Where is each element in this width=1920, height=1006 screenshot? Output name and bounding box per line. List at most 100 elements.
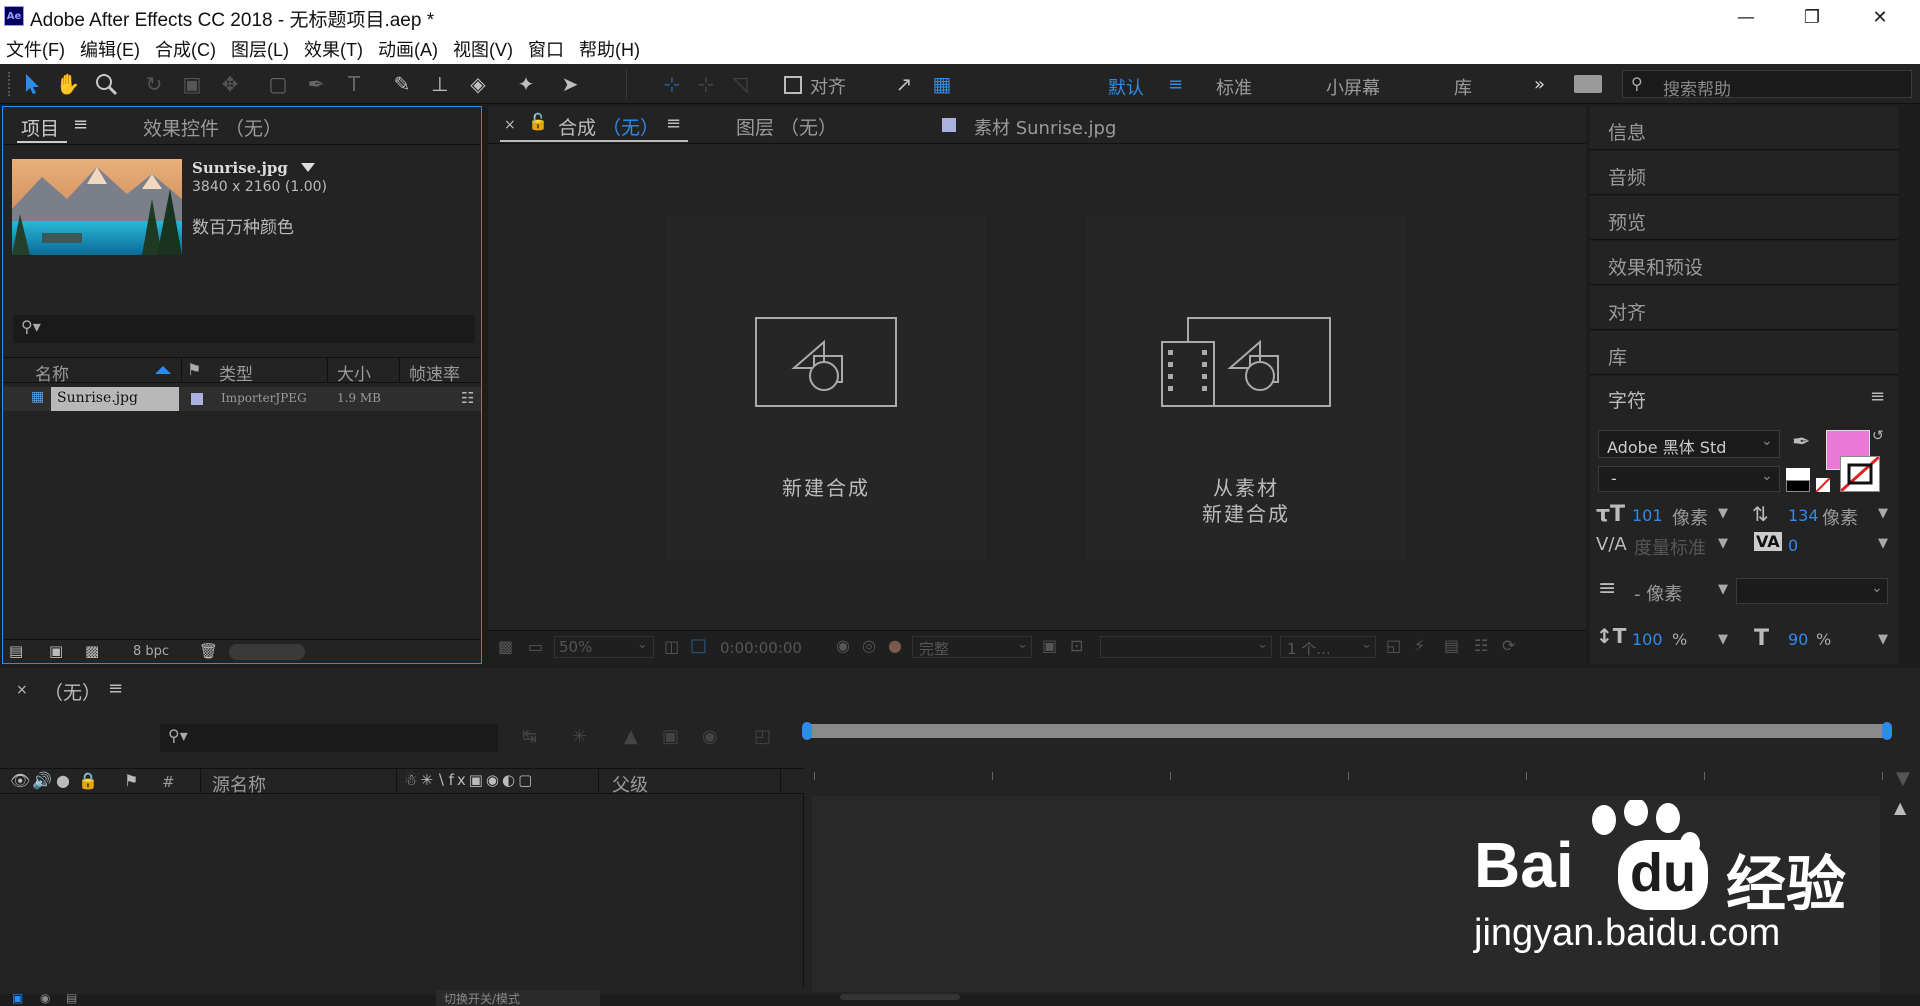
lock-icon[interactable]: 🔓 [528,112,548,131]
project-search-input[interactable]: ⚲▾ [13,315,475,343]
column-size[interactable]: 大小 [337,360,371,385]
menu-view[interactable]: 视图(V) [453,36,513,62]
stroke-color-swatch[interactable] [1839,455,1881,493]
leading-value[interactable]: 134 [1788,506,1819,525]
audio-toggle-icon[interactable]: 🔊 [32,771,52,790]
graph-editor-icon[interactable]: ◰ [754,726,771,747]
rectangle-tool-icon[interactable]: ▢ [264,70,292,98]
tracking-dropdown-icon[interactable]: ▼ [1878,536,1888,551]
flowchart-icon[interactable]: ☷ [461,389,474,407]
panel-align[interactable]: 对齐 [1590,286,1898,330]
no-color-swatch[interactable] [1815,477,1831,493]
view-axis-icon[interactable]: ◹ [726,70,754,98]
work-area-bar[interactable] [804,724,1888,738]
tracking-value[interactable]: 0 [1788,536,1798,555]
comp-button-icon[interactable]: ▼ [1896,768,1916,792]
video-toggle-icon[interactable]: 👁 [10,771,30,790]
new-composition-card[interactable]: 新建合成 [666,216,986,560]
sort-ascending-icon[interactable] [155,366,171,374]
layer-switches-toggle-icon[interactable]: ▣ [12,991,23,1005]
panel-libraries[interactable]: 库 [1590,331,1898,375]
eraser-tool-icon[interactable]: ◈ [464,70,492,98]
transfer-controls-icon[interactable]: ◉ [40,991,50,1005]
toggle-switches-modes-button[interactable]: 切换开关/模式 [436,990,600,1006]
toolbar-grip[interactable] [8,72,12,96]
composition-menu-icon[interactable]: ≡ [666,113,681,134]
composition-mini-flowchart-icon[interactable]: ↹ [522,726,537,747]
font-style-dropdown[interactable]: - ⌄ [1598,466,1780,492]
workspace-library[interactable]: 库 [1454,74,1472,100]
work-area-end-handle[interactable] [1882,722,1892,740]
type-tool-icon[interactable]: T [340,70,368,98]
close-tab-icon[interactable]: × [16,682,28,698]
label-color-swatch[interactable] [191,393,203,405]
menu-layer[interactable]: 图层(L) [231,36,289,62]
lock-icon[interactable]: 🔒 [78,771,98,790]
new-composition-icon[interactable]: ▩ [85,642,99,660]
grid-overlay-icon[interactable]: ⊡ [1070,636,1083,655]
menu-window[interactable]: 窗口 [528,36,564,62]
zoom-slider[interactable] [840,994,960,1000]
kerning-dropdown-icon[interactable]: ▼ [1718,536,1728,551]
frame-blending-icon[interactable]: ▣ [662,726,679,747]
menu-effect[interactable]: 效果(T) [304,36,363,62]
menu-composition[interactable]: 合成(C) [155,36,216,62]
stroke-width-dropdown-icon[interactable]: ▼ [1718,582,1728,597]
zoom-tool-icon[interactable] [92,70,120,98]
swap-colors-icon[interactable]: ↺ [1872,428,1884,444]
leading-dropdown-icon[interactable]: ▼ [1878,506,1888,521]
tab-project[interactable]: 项目 [21,114,59,141]
workspace-overflow-icon[interactable]: » [1534,74,1545,95]
black-white-swatch-white[interactable] [1786,468,1810,480]
label-tag-icon[interactable]: ⚑ [124,771,138,790]
close-icon[interactable]: ✕ [1850,0,1910,34]
clone-stamp-tool-icon[interactable]: ⊥ [426,70,454,98]
eyedropper-icon[interactable]: ✒ [1792,430,1810,455]
tab-layer[interactable]: 图层 （无） [736,113,837,140]
black-white-swatch-black[interactable] [1786,480,1810,492]
menu-animation[interactable]: 动画(A) [378,36,438,62]
rotate-tool-icon[interactable]: ↻ [140,70,168,98]
motion-blur-icon[interactable]: ◉ [702,726,718,747]
label-tag-icon[interactable]: ⚑ [187,360,201,379]
camera-view-dropdown[interactable]: ⌄ [1100,636,1272,658]
horizontal-scale-value[interactable]: 90 [1788,630,1808,649]
zoom-dropdown[interactable]: 50% ⌄ [554,636,654,658]
toggle-pixel-aspect-icon[interactable]: ◱ [1386,636,1401,655]
transparency-grid-icon[interactable]: □ [690,635,707,656]
vertical-scale-value[interactable]: 100 [1632,630,1663,649]
tab-effect-controls[interactable]: 效果控件 （无） [143,114,282,141]
character-menu-icon[interactable]: ≡ [1870,386,1885,407]
selection-tool-icon[interactable] [18,70,46,98]
new-comp-from-footage-card[interactable]: 从素材 新建合成 [1086,216,1406,560]
snapshot-camera-icon[interactable]: ◉ [836,636,850,655]
kerning-value[interactable]: 度量标准 [1634,534,1706,560]
timeline-menu-icon[interactable]: ≡ [108,678,123,699]
quality-dropdown[interactable]: 完整 ⌄ [912,636,1032,658]
tab-footage[interactable]: 素材 Sunrise.jpg [974,114,1116,140]
channel-icon[interactable]: ● [888,636,902,655]
resolution-icon[interactable]: ◫ [664,637,679,656]
vertical-scale-dropdown-icon[interactable]: ▼ [1718,632,1728,647]
monitor-icon[interactable]: ▭ [528,637,543,656]
minimize-icon[interactable]: — [1716,0,1776,34]
draft-3d-icon[interactable]: ✳ [572,726,587,747]
timeline-search-input[interactable]: ⚲▾ [160,724,498,752]
show-snapshot-icon[interactable]: ◎ [862,636,876,655]
panel-effects-presets[interactable]: 效果和预设 [1590,241,1898,285]
world-axis-icon[interactable]: ⊹ [692,70,720,98]
local-axis-icon[interactable]: ⊹ [658,70,686,98]
pen-tool-icon[interactable]: ✒ [302,70,330,98]
table-row[interactable]: ▦ Sunrise.jpg ImporterJPEG 1.9 MB ☷ [3,387,481,411]
workspace-default[interactable]: 默认 [1108,74,1144,100]
delete-icon[interactable]: 🗑 [199,642,218,660]
stroke-order-dropdown[interactable]: ⌄ [1736,578,1888,604]
sync-settings-icon[interactable] [1574,75,1602,93]
timeline-icon[interactable]: ▤ [1444,636,1459,655]
time-ruler[interactable] [804,752,1888,792]
timecode-display[interactable]: 0:00:00:00 [720,639,802,657]
column-frame-rate[interactable]: 帧速率 [409,360,460,385]
brush-tool-icon[interactable]: ✎ [388,70,416,98]
workspace-small-screen[interactable]: 小屏幕 [1326,74,1380,100]
project-horizontal-scrollbar[interactable] [229,644,305,660]
